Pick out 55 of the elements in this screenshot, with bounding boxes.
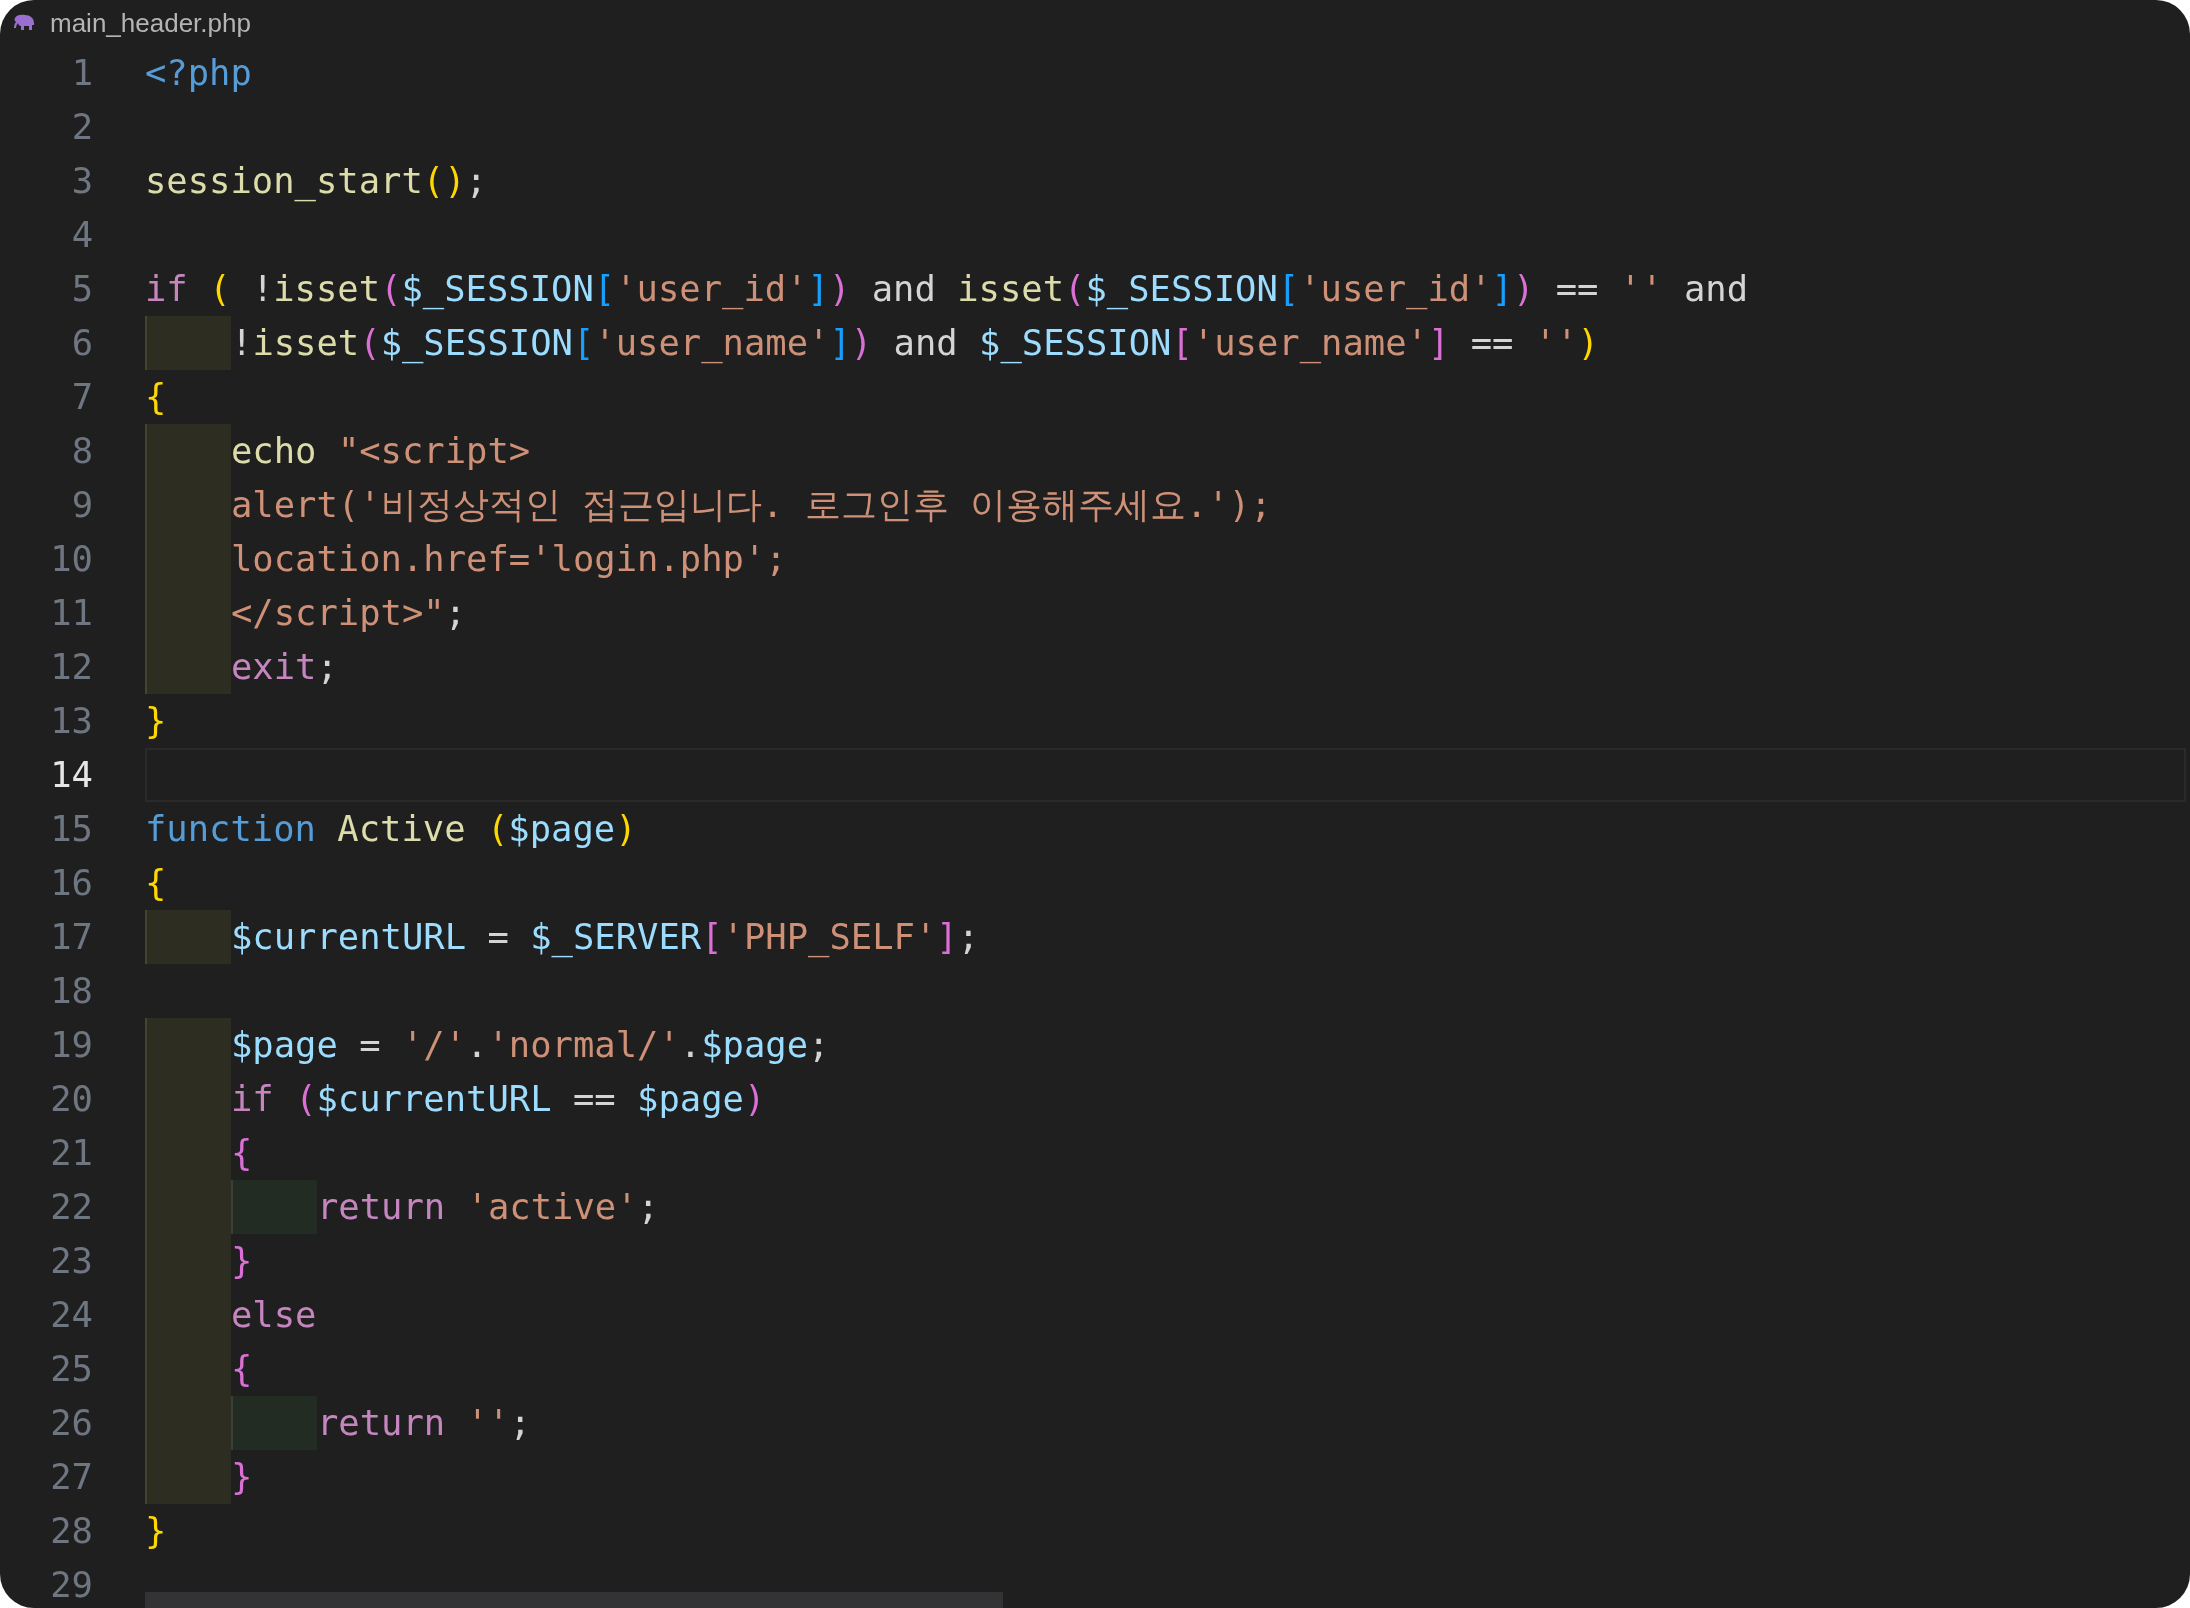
code-line: } [231,1239,253,1283]
line-number: 24 [49,1293,93,1337]
code-line: location.href='login.php'; [231,537,787,581]
code-line: session_start(); [145,159,487,204]
line-number: 27 [49,1455,93,1499]
line-number: 7 [70,375,93,419]
line-number: 28 [49,1509,93,1553]
code-line: } [145,1509,167,1553]
line-number: 23 [49,1239,93,1283]
code-line: </script>"; [231,591,467,635]
line-number: 3 [70,159,93,203]
code-line: else [231,1293,317,1337]
code-line: return ''; [317,1401,531,1445]
line-number: 5 [70,267,93,311]
line-number: 17 [49,915,93,959]
line-number: 9 [70,483,93,527]
line-number: 20 [49,1077,93,1121]
code-line: { [145,375,167,419]
line-number: 29 [49,1563,93,1607]
line-number: 22 [49,1185,93,1229]
code-line: { [231,1131,253,1175]
code-line: echo "<script> [231,429,531,473]
code-line: { [145,861,167,905]
line-number: 15 [49,807,93,851]
code-line: } [145,699,167,743]
line-number: 14 [49,753,93,797]
line-number: 1 [70,51,93,95]
code-line: if ($currentURL == $page) [231,1077,766,1121]
line-number: 16 [49,861,93,905]
line-number: 8 [70,429,93,473]
code-line: $page = '/'.'normal/'.$page; [231,1023,830,1067]
line-number: 19 [49,1023,93,1067]
file-name: main_header.php [50,7,251,39]
line-number: 10 [49,537,93,581]
code-line: exit; [231,645,338,689]
line-number: 13 [49,699,93,743]
line-number: 12 [49,645,93,689]
code-line: function Active ($page) [145,807,637,851]
code-line: alert('비정상적인 접근입니다. 로그인후 이용해주세요.'); [231,483,1272,527]
code-line: !isset($_SESSION['user_name']) and $_SESSION['user_name'] == '') [231,321,1599,366]
line-number: 21 [49,1131,93,1175]
line-number: 6 [70,321,93,365]
elephant-icon [12,14,36,32]
code-line: { [231,1347,253,1391]
code-line: if ( !isset($_SESSION['user_id']) and isset($_SESSION['user_id']) == '' and [145,267,1749,312]
line-number: 4 [70,213,93,257]
line-number: 26 [49,1401,93,1445]
line-number: 25 [49,1347,93,1391]
code-line: } [231,1455,253,1499]
line-number: 2 [70,105,93,149]
line-number: 18 [49,969,93,1013]
code-line: <?php [145,51,252,95]
code-line: $currentURL = $_SERVER['PHP_SELF']; [231,915,980,960]
code-line: return 'active'; [317,1185,659,1229]
line-number: 11 [49,591,93,635]
